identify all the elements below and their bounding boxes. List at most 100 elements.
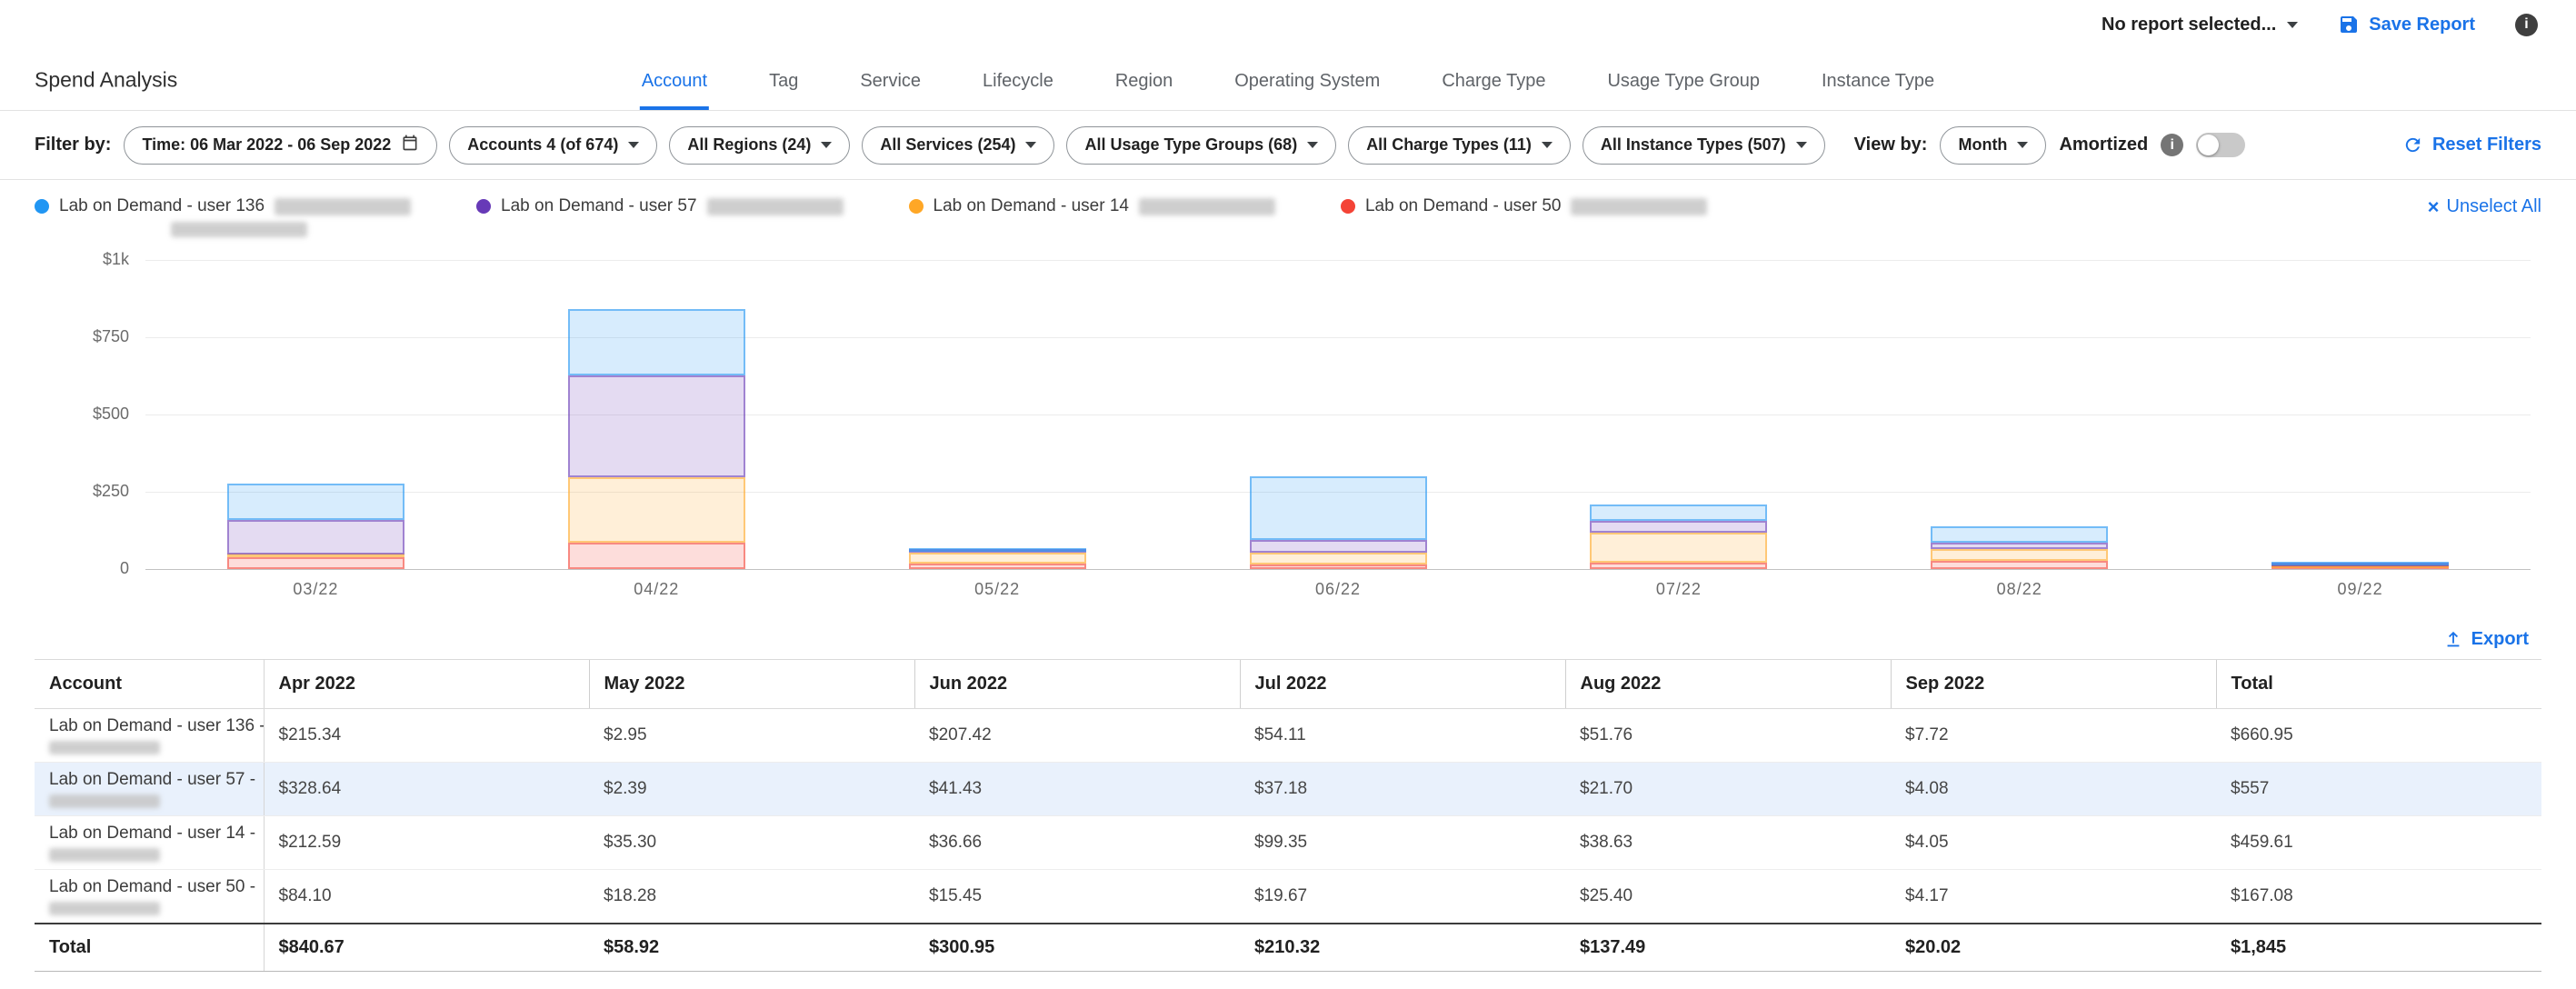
- bar-segment-09/22-lab-on-demand-user-136[interactable]: [2271, 562, 2449, 565]
- column-header-aug-2022: Aug 2022: [1565, 660, 1891, 709]
- legend-item-lab-on-demand-user-14[interactable]: Lab on Demand - user 14: [909, 196, 1275, 216]
- table-row[interactable]: Lab on Demand - user 50 -$84.10$18.28$15…: [35, 870, 2541, 924]
- x-tick-label: 04/22: [486, 580, 827, 599]
- tab-lifecycle[interactable]: Lifecycle: [981, 71, 1055, 110]
- export-button[interactable]: Export: [2443, 629, 2529, 650]
- filter-pill-label: All Charge Types (11): [1366, 135, 1532, 155]
- save-report-label: Save Report: [2369, 15, 2475, 35]
- chart-plot: [145, 260, 2531, 569]
- legend-item-lab-on-demand-user-57[interactable]: Lab on Demand - user 57: [476, 196, 843, 216]
- tab-region[interactable]: Region: [1113, 71, 1174, 110]
- spend-table: AccountApr 2022May 2022Jun 2022Jul 2022A…: [35, 659, 2541, 972]
- save-report-button[interactable]: Save Report: [2338, 14, 2475, 35]
- total-cell: $58.92: [589, 924, 914, 972]
- y-tick-label: $500: [35, 405, 129, 424]
- spend-cell: $4.17: [1891, 870, 2216, 924]
- bar-segment-03/22-lab-on-demand-user-50[interactable]: [227, 557, 404, 569]
- filter-pill-all[interactable]: All Services (254): [862, 126, 1054, 165]
- bar-segment-08/22-lab-on-demand-user-50[interactable]: [1931, 561, 2108, 569]
- x-tick-label: 09/22: [2190, 580, 2531, 599]
- legend-dot: [35, 199, 49, 214]
- column-header-apr-2022: Apr 2022: [264, 660, 589, 709]
- legend-item-lab-on-demand-user-50[interactable]: Lab on Demand - user 50: [1341, 196, 1707, 216]
- filter-pill-all[interactable]: All Instance Types (507): [1583, 126, 1825, 165]
- column-header-may-2022: May 2022: [589, 660, 914, 709]
- total-cell: $20.02: [1891, 924, 2216, 972]
- legend-items: Lab on Demand - user 136 Lab on Demand - …: [35, 196, 2541, 237]
- bar-segment-07/22-lab-on-demand-user-50[interactable]: [1590, 563, 1767, 569]
- bar-segment-05/22-lab-on-demand-user-14[interactable]: [909, 553, 1086, 564]
- tab-charge-type[interactable]: Charge Type: [1440, 71, 1547, 110]
- y-tick-label: $750: [35, 327, 129, 346]
- tab-account[interactable]: Account: [640, 71, 709, 110]
- bar-segment-06/22-lab-on-demand-user-136[interactable]: [1250, 476, 1427, 541]
- filter-pill-all[interactable]: All Usage Type Groups (68): [1066, 126, 1336, 165]
- legend-label: Lab on Demand - user 14: [934, 196, 1129, 216]
- tab-service[interactable]: Service: [858, 71, 923, 110]
- total-cell: $210.32: [1240, 924, 1565, 972]
- gridline: [145, 337, 2531, 338]
- bar-segment-07/22-lab-on-demand-user-14[interactable]: [1590, 533, 1767, 564]
- chevron-down-icon: [821, 142, 832, 148]
- save-icon: [2338, 14, 2360, 35]
- legend-label: Lab on Demand - user 136: [59, 196, 265, 216]
- bar-segment-06/22-lab-on-demand-user-57[interactable]: [1250, 540, 1427, 553]
- filter-pill-all[interactable]: All Regions (24): [669, 126, 850, 165]
- bar-segment-08/22-lab-on-demand-user-136[interactable]: [1931, 526, 2108, 543]
- legend-item-lab-on-demand-user-136[interactable]: Lab on Demand - user 136: [35, 196, 411, 237]
- spend-cell: $215.34: [264, 709, 589, 763]
- bar-segment-04/22-lab-on-demand-user-50[interactable]: [568, 543, 745, 569]
- bar-segment-05/22-lab-on-demand-user-50[interactable]: [909, 564, 1086, 569]
- tab-tag[interactable]: Tag: [767, 71, 800, 110]
- unselect-all-button[interactable]: × Unselect All: [2428, 196, 2541, 217]
- spend-analysis-app: No report selected... Save Report i Spen…: [0, 0, 2576, 972]
- bar-segment-03/22-lab-on-demand-user-14[interactable]: [227, 554, 404, 557]
- topbar: No report selected... Save Report i: [0, 0, 2576, 49]
- y-tick-label: $1k: [35, 250, 129, 269]
- bar-segment-04/22-lab-on-demand-user-136[interactable]: [568, 309, 745, 375]
- bar-segment-05/22-lab-on-demand-user-136[interactable]: [909, 548, 1086, 552]
- account-cell: Lab on Demand - user 57 -: [35, 763, 264, 816]
- spend-cell: $459.61: [2216, 816, 2541, 870]
- legend-label: Lab on Demand - user 57: [501, 196, 696, 216]
- spend-cell: $4.05: [1891, 816, 2216, 870]
- total-cell: $300.95: [914, 924, 1240, 972]
- bar-segment-07/22-lab-on-demand-user-57[interactable]: [1590, 521, 1767, 533]
- view-by-value: Month: [1958, 135, 2007, 155]
- table-header-row: AccountApr 2022May 2022Jun 2022Jul 2022A…: [35, 660, 2541, 709]
- table-total-row: Total$840.67$58.92$300.95$210.32$137.49$…: [35, 924, 2541, 972]
- bar-segment-03/22-lab-on-demand-user-57[interactable]: [227, 520, 404, 554]
- table-row[interactable]: Lab on Demand - user 57 -$328.64$2.39$41…: [35, 763, 2541, 816]
- filter-pill-all[interactable]: All Charge Types (11): [1348, 126, 1571, 165]
- bar-segment-04/22-lab-on-demand-user-14[interactable]: [568, 477, 745, 543]
- bar-segment-04/22-lab-on-demand-user-57[interactable]: [568, 375, 745, 477]
- filter-pill-label: Time: 06 Mar 2022 - 06 Sep 2022: [142, 135, 391, 155]
- header: Spend Analysis AccountTagServiceLifecycl…: [0, 49, 2576, 111]
- filter-pill-accounts[interactable]: Accounts 4 (of 674): [449, 126, 657, 165]
- reset-filters-button[interactable]: Reset Filters: [2402, 135, 2541, 155]
- view-by-dropdown[interactable]: Month: [1940, 126, 2046, 165]
- info-icon[interactable]: i: [2161, 134, 2183, 156]
- x-tick-label: 05/22: [827, 580, 1168, 599]
- info-icon[interactable]: i: [2515, 14, 2538, 36]
- bar-segment-03/22-lab-on-demand-user-136[interactable]: [227, 484, 404, 520]
- table-row[interactable]: Lab on Demand - user 136 -$215.34$2.95$2…: [35, 709, 2541, 763]
- spend-cell: $15.45: [914, 870, 1240, 924]
- filter-pill-label: All Usage Type Groups (68): [1084, 135, 1297, 155]
- filter-pill-time[interactable]: Time: 06 Mar 2022 - 06 Sep 2022: [124, 126, 437, 165]
- report-selector-dropdown[interactable]: No report selected...: [2102, 15, 2298, 35]
- bar-segment-06/22-lab-on-demand-user-50[interactable]: [1250, 564, 1427, 569]
- column-header-jul-2022: Jul 2022: [1240, 660, 1565, 709]
- bar-segment-06/22-lab-on-demand-user-14[interactable]: [1250, 553, 1427, 564]
- amortized-toggle[interactable]: [2196, 133, 2245, 157]
- tab-instance-type[interactable]: Instance Type: [1820, 71, 1936, 110]
- bar-segment-08/22-lab-on-demand-user-14[interactable]: [1931, 549, 2108, 561]
- tab-operating-system[interactable]: Operating System: [1233, 71, 1382, 110]
- bar-segment-07/22-lab-on-demand-user-136[interactable]: [1590, 504, 1767, 521]
- table-row[interactable]: Lab on Demand - user 14 -$212.59$35.30$3…: [35, 816, 2541, 870]
- close-icon: ×: [2428, 197, 2440, 217]
- spend-cell: $328.64: [264, 763, 589, 816]
- account-name: Lab on Demand - user 50 -: [49, 877, 249, 897]
- bar-segment-08/22-lab-on-demand-user-57[interactable]: [1931, 543, 2108, 549]
- tab-usage-type-group[interactable]: Usage Type Group: [1605, 71, 1762, 110]
